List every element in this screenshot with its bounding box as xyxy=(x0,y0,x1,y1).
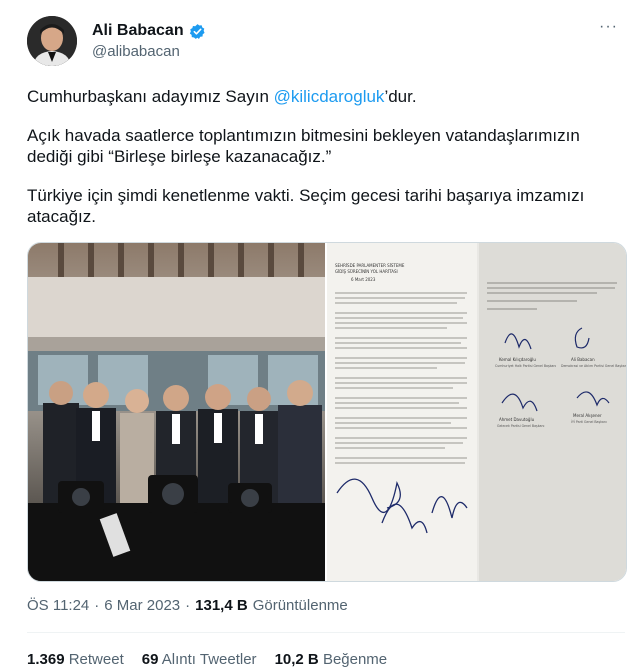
doc-sig2-name: Ali Babacan xyxy=(571,357,595,362)
avatar-image xyxy=(27,16,77,66)
media-photo-leaders[interactable] xyxy=(28,243,327,581)
views-count: 131,4 B xyxy=(195,597,248,614)
mention-link[interactable]: @kilicdarogluk xyxy=(274,87,385,106)
doc-sig2-party: Demokrasi ve Atılım Partisi Genel Başkan… xyxy=(561,364,626,368)
tweet-text: Cumhurbaşkanı adayımız Sayın @kilicdarog… xyxy=(27,86,607,245)
likes-count: 10,2 B xyxy=(274,651,319,668)
doc-sig1-party: Cumhuriyet Halk Partisi Genel Başkanı xyxy=(495,364,556,368)
quotes-stat[interactable]: 69 Alıntı Tweetler xyxy=(142,651,257,668)
engagement-stats: 1.369 Retweet 69 Alıntı Tweetler 10,2 B … xyxy=(27,651,387,668)
retweets-stat[interactable]: 1.369 Retweet xyxy=(27,651,124,668)
display-name[interactable]: Ali Babacan xyxy=(92,22,184,40)
likes-label: Beğenme xyxy=(322,651,388,668)
meta-separator: · xyxy=(94,597,100,614)
doc-sig4-name: Meral Akşener xyxy=(573,413,602,418)
doc-sig1-name: Kemal Kılıçdaroğlu xyxy=(499,357,536,362)
tweet-meta: ÖS 11:24 · 6 Mar 2023 · 131,4 B Görüntül… xyxy=(27,597,348,614)
doc-date: 6 Mart 2023 xyxy=(351,277,376,282)
more-options-icon[interactable]: ··· xyxy=(599,18,618,36)
media-document-signed[interactable]: SEHRİSDE PARLAMENTER SİSTEME GİDİŞ SÜREC… xyxy=(327,243,626,581)
divider xyxy=(27,632,625,633)
tweet-paragraph-2: Açık havada saatlerce toplantımızın bitm… xyxy=(27,126,580,166)
document-image: SEHRİSDE PARLAMENTER SİSTEME GİDİŞ SÜREC… xyxy=(327,243,626,581)
doc-sig3-party: Gelecek Partisi Genel Başkanı xyxy=(497,424,544,428)
tweet-paragraph-1: Cumhurbaşkanı adayımız Sayın @kilicdarog… xyxy=(27,86,607,107)
meta-separator: · xyxy=(185,597,191,614)
retweets-count: 1.369 xyxy=(27,651,65,668)
text-segment: Cumhurbaşkanı adayımız Sayın xyxy=(27,87,274,106)
media-grid: SEHRİSDE PARLAMENTER SİSTEME GİDİŞ SÜREC… xyxy=(27,242,627,582)
likes-stat[interactable]: 10,2 B Beğenme xyxy=(275,651,388,668)
doc-header-line2: GİDİŞ SÜRECİNİN YOL HARİTASI xyxy=(335,269,398,274)
verified-badge-icon xyxy=(189,23,205,39)
avatar[interactable] xyxy=(27,16,77,66)
retweets-label: Retweet xyxy=(68,651,124,668)
views-label: Görüntülenme xyxy=(252,597,348,614)
user-handle[interactable]: @alibabacan xyxy=(92,43,180,60)
tweet-paragraph-3: Türkiye için şimdi kenetlenme vakti. Seç… xyxy=(27,186,585,226)
timestamp-time[interactable]: ÖS 11:24 xyxy=(27,597,89,614)
quotes-count: 69 xyxy=(141,651,159,668)
doc-sig3-name: Ahmet Davutoğlu xyxy=(499,417,535,422)
quotes-label: Alıntı Tweetler xyxy=(161,651,257,668)
timestamp-date[interactable]: 6 Mar 2023 xyxy=(104,597,180,614)
text-segment: ’dur. xyxy=(384,87,417,106)
photo-image xyxy=(28,243,325,581)
author-name-row[interactable]: Ali Babacan xyxy=(92,22,206,40)
tweet: Ali Babacan @alibabacan ··· Cumhurbaşkan… xyxy=(0,0,640,668)
doc-sig4-party: İYİ Parti Genel Başkanı xyxy=(571,419,607,424)
doc-header-line1: SEHRİSDE PARLAMENTER SİSTEME xyxy=(335,263,405,268)
